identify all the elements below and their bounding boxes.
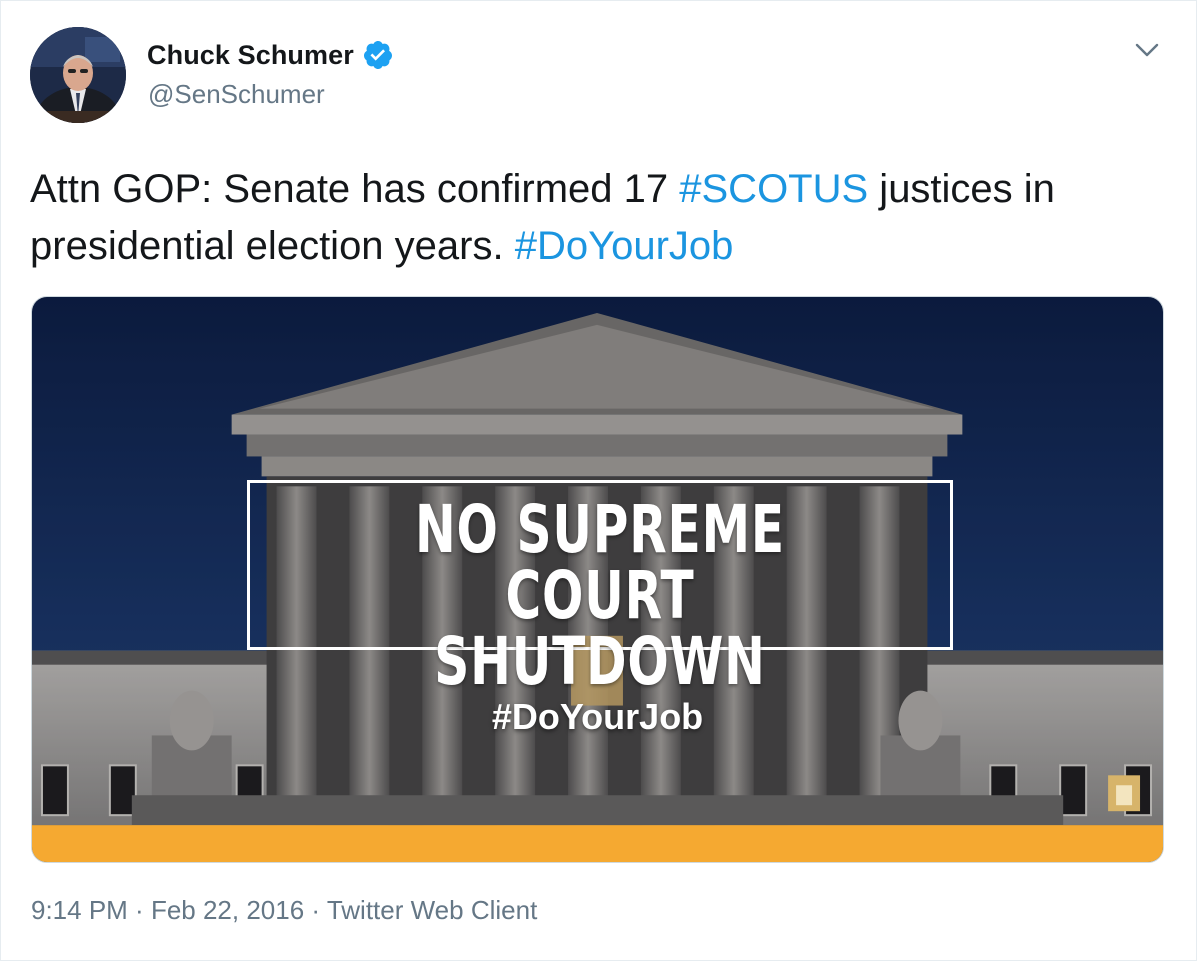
tweet-time[interactable]: 9:14 PM xyxy=(31,895,128,925)
image-headline-line2: SHUTDOWN xyxy=(434,623,766,700)
author-handle[interactable]: @SenSchumer xyxy=(148,79,325,110)
avatar[interactable] xyxy=(30,27,126,123)
tweet-card: Chuck Schumer @SenSchumer Attn GOP: Sena… xyxy=(0,0,1197,961)
chevron-down-icon[interactable] xyxy=(1134,39,1160,61)
avatar-image xyxy=(30,27,126,123)
verified-badge-icon xyxy=(363,41,392,69)
footer-separator: · xyxy=(127,895,151,925)
media-orange-band xyxy=(32,825,1163,862)
image-headline-line1: NO SUPREME COURT xyxy=(414,491,786,634)
tweet-source-client[interactable]: Twitter Web Client xyxy=(327,895,537,925)
hashtag-doyourjob-link[interactable]: #DoYourJob xyxy=(515,224,734,268)
tweet-date[interactable]: Feb 22, 2016 xyxy=(151,895,304,925)
footer-separator: · xyxy=(304,895,327,925)
tweet-text-part1: Attn GOP: Senate has confirmed 17 xyxy=(30,167,680,211)
image-hashtag-text: #DoYourJob xyxy=(491,696,704,737)
image-headline-box: NO SUPREME COURT SHUTDOWN xyxy=(247,480,953,695)
author-display-name[interactable]: Chuck Schumer xyxy=(147,40,354,71)
tweet-text: Attn GOP: Senate has confirmed 17 #SCOTU… xyxy=(30,161,1180,275)
hashtag-scotus-link[interactable]: #SCOTUS xyxy=(679,167,868,211)
author-row: Chuck Schumer xyxy=(147,39,394,71)
tweet-media-image[interactable]: NO SUPREME COURT SHUTDOWN #DoYourJob xyxy=(31,296,1164,863)
tweet-footer: 9:14 PM · Feb 22, 2016 · Twitter Web Cli… xyxy=(31,895,537,926)
